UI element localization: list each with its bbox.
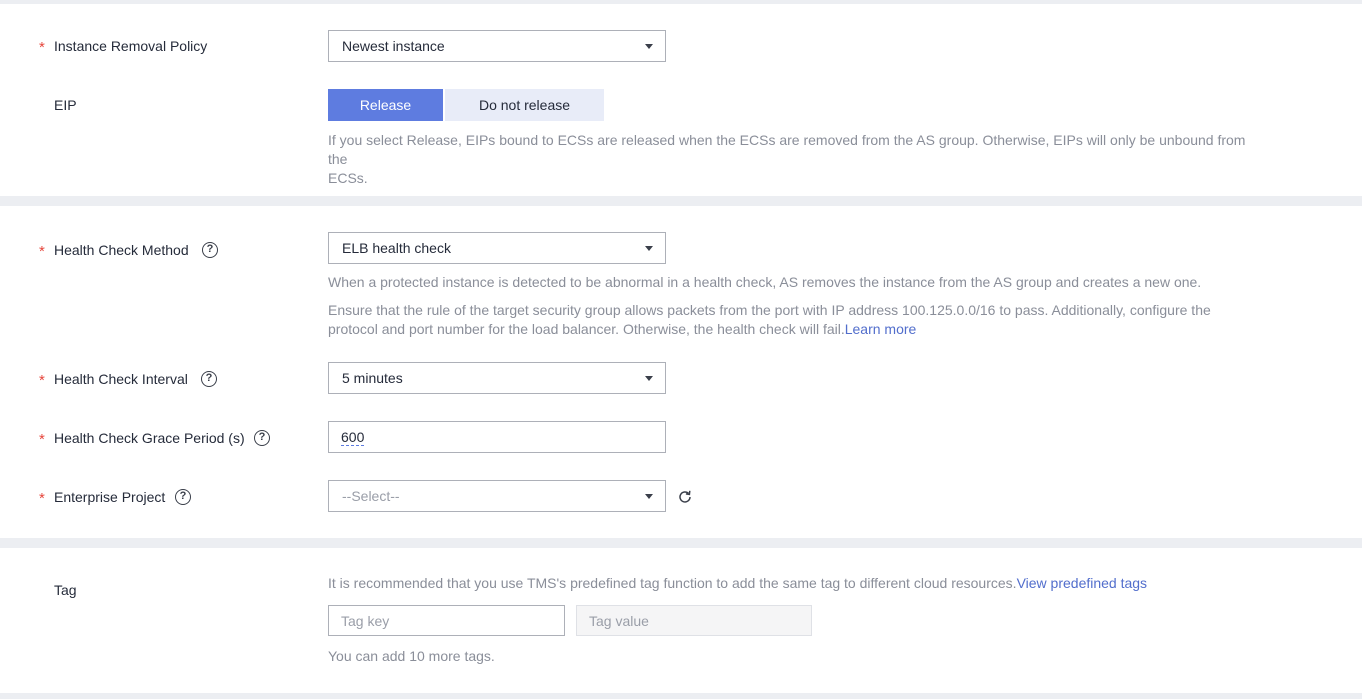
chevron-down-icon [645,376,653,381]
health-interval-select[interactable]: 5 minutes [328,362,666,394]
chevron-down-icon [645,246,653,251]
health-method-note: Ensure that the rule of the target secur… [328,301,1248,339]
tag-label: Tag [54,582,77,598]
grace-period-label: Health Check Grace Period (s) [54,430,245,446]
eip-hint-line-2: ECSs. [328,170,368,186]
required-mark: * [39,372,45,389]
chevron-down-icon [645,494,653,499]
removal-policy-select[interactable]: Newest instance [328,30,666,62]
learn-more-link[interactable]: Learn more [845,321,917,337]
eip-hint-line-1: If you select Release, EIPs bound to ECS… [328,132,1246,167]
required-mark: * [39,431,45,448]
release-button[interactable]: Release [328,89,443,121]
tag-value-input[interactable]: Tag value [576,605,812,636]
grace-period-input[interactable]: 600 [328,421,666,453]
chevron-down-icon [645,44,653,49]
enterprise-project-placeholder: --Select-- [342,488,400,504]
tag-hint: It is recommended that you use TMS's pre… [328,574,1147,593]
tag-key-placeholder: Tag key [341,613,390,629]
health-method-value: ELB health check [342,240,451,256]
health-interval-value: 5 minutes [342,370,403,386]
health-method-label: Health Check Method [54,242,189,258]
tag-remaining-hint: You can add 10 more tags. [328,648,495,664]
required-mark: * [39,490,45,507]
help-icon[interactable]: ? [202,242,218,258]
grace-period-value: 600 [341,429,365,446]
health-method-select[interactable]: ELB health check [328,232,666,264]
health-method-hint: When a protected instance is detected to… [328,274,1202,290]
health-method-note-line-2: protocol and port number for the load ba… [328,320,1248,339]
removal-policy-label: Instance Removal Policy [54,38,208,54]
enterprise-project-label: Enterprise Project [54,489,166,505]
required-mark: * [39,243,45,260]
help-icon[interactable]: ? [175,489,191,505]
required-mark: * [39,39,45,56]
tag-key-input[interactable]: Tag key [328,605,565,636]
tag-hint-text: It is recommended that you use TMS's pre… [328,575,1017,591]
health-interval-label: Health Check Interval [54,371,188,387]
do-not-release-button[interactable]: Do not release [445,89,604,121]
tag-value-placeholder: Tag value [589,613,649,629]
refresh-icon[interactable] [677,489,693,505]
health-method-note-text: protocol and port number for the load ba… [328,321,845,337]
help-icon[interactable]: ? [254,430,270,446]
help-icon[interactable]: ? [201,371,217,387]
view-predefined-tags-link[interactable]: View predefined tags [1017,575,1148,591]
eip-label: EIP [54,97,77,113]
removal-policy-value: Newest instance [342,38,445,54]
eip-hint: If you select Release, EIPs bound to ECS… [328,131,1268,188]
health-method-note-line-1: Ensure that the rule of the target secur… [328,302,1211,318]
enterprise-project-select[interactable]: --Select-- [328,480,666,512]
